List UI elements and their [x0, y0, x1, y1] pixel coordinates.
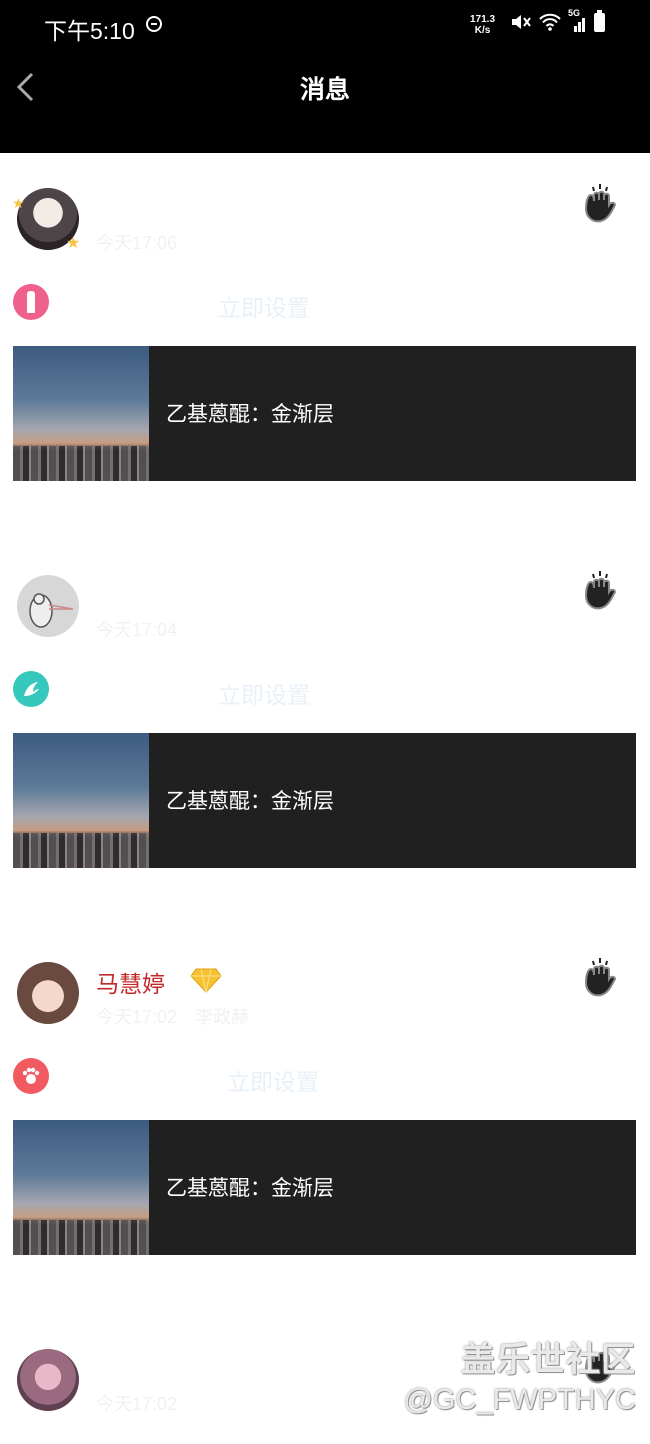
battery-icon — [594, 9, 605, 32]
page-title: 消息 — [299, 76, 350, 104]
message-meta: 今天17:06 — [96, 229, 177, 255]
shared-thumbnail — [13, 346, 149, 481]
shared-thumbnail — [13, 733, 149, 868]
message-card: ★ ★ 今天17:06 立即设置 乙基蒽醌：金渐层 — [0, 153, 650, 540]
message-time: 今天17:04 — [96, 620, 178, 640]
sender-name[interactable]: 马慧婷 — [96, 965, 165, 999]
message-card: 马慧婷 今天17:02 李政赫 立即设置 乙基蒽醌：金渐层 — [0, 927, 650, 1314]
dnd-icon — [146, 16, 162, 32]
network-speed: 171.3 K/s — [470, 14, 495, 36]
message-meta: 今天17:04 — [96, 616, 177, 642]
wave-hand-icon[interactable] — [578, 953, 622, 1001]
wifi-icon — [539, 13, 561, 31]
message-time: 今天17:06 — [96, 233, 178, 253]
app-badge-icon — [13, 1058, 49, 1094]
status-icons: 5G — [510, 8, 605, 32]
setup-link[interactable]: 立即设置 — [218, 289, 310, 323]
shared-title: 乙基蒽醌：金渐层 — [166, 1177, 334, 1200]
mute-icon — [512, 15, 531, 29]
diamond-badge-icon — [190, 968, 222, 993]
status-bar: 下午5:10 171.3 K/s 5G — [0, 0, 650, 54]
message-card: 今天17:04 立即设置 乙基蒽醌：金渐层 — [0, 540, 650, 927]
star-decoration-icon: ★ — [12, 195, 25, 211]
status-time: 下午5:10 — [44, 18, 135, 44]
app-header: 消息 — [0, 54, 650, 153]
message-meta: 今天17:02 — [96, 1390, 177, 1416]
app-badge-icon — [13, 284, 49, 320]
message-extra: 李政赫 — [195, 1007, 250, 1027]
message-meta: 今天17:02 李政赫 — [96, 1003, 249, 1029]
message-time: 今天17:02 — [96, 1394, 178, 1414]
shared-content[interactable]: 乙基蒽醌：金渐层 — [13, 733, 636, 868]
signal-label: 5G — [568, 8, 581, 18]
avatar[interactable] — [17, 1349, 79, 1411]
speed-value: 171.3 — [470, 14, 496, 25]
watermark-title: 盖乐世社区 — [461, 1341, 636, 1379]
shared-title: 乙基蒽醌：金渐层 — [166, 790, 334, 813]
wave-hand-icon[interactable] — [578, 179, 622, 227]
setup-link[interactable]: 立即设置 — [227, 1063, 319, 1097]
shared-thumbnail — [13, 1120, 149, 1255]
message-time: 今天17:02 — [96, 1007, 178, 1027]
setup-link[interactable]: 立即设置 — [218, 676, 310, 710]
5g-signal-icon: 5G — [568, 8, 588, 32]
shared-content[interactable]: 乙基蒽醌：金渐层 — [13, 1120, 636, 1255]
avatar[interactable] — [17, 575, 79, 637]
shared-title: 乙基蒽醌：金渐层 — [166, 403, 334, 426]
app-badge-icon — [13, 671, 49, 707]
avatar-illustration — [29, 593, 74, 628]
avatar[interactable] — [17, 962, 79, 1024]
star-decoration-icon: ★ — [66, 235, 81, 252]
shared-content[interactable]: 乙基蒽醌：金渐层 — [13, 346, 636, 481]
speed-unit: K/s — [474, 25, 491, 36]
wave-hand-icon[interactable] — [578, 566, 622, 614]
watermark-handle: @GC_FWPTHYC — [403, 1384, 636, 1416]
